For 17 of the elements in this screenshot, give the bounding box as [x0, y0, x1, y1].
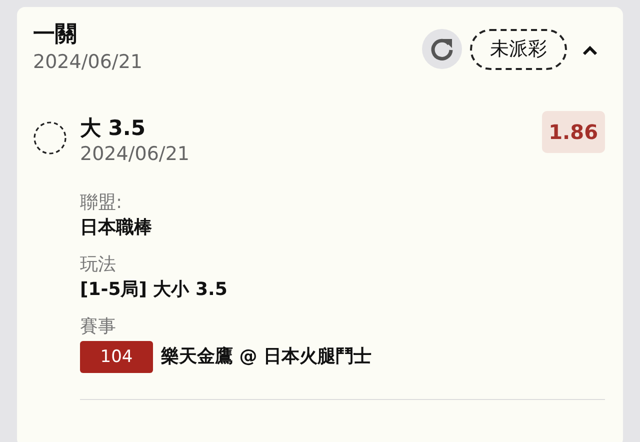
field-value: 樂天金鷹 @ 日本火腿鬥士: [161, 345, 372, 369]
bet-title: 一關: [33, 21, 78, 49]
match-number: 104: [80, 341, 153, 373]
field-label: 玩法: [80, 253, 117, 277]
field-label: 賽事: [80, 315, 117, 339]
bet-date: 2024/06/21: [33, 50, 143, 75]
selection-name: 大 3.5: [80, 115, 147, 141]
field-label: 聯盟:: [80, 191, 124, 215]
refresh-button[interactable]: [422, 29, 462, 70]
chevron-up-icon: [581, 44, 599, 56]
refresh-icon: [429, 36, 455, 62]
selection-date: 2024/06/21: [80, 142, 190, 167]
odds-value: 1.86: [542, 111, 605, 153]
status-tag: 未派彩: [470, 29, 567, 70]
field-value: 日本職棒: [80, 216, 153, 240]
field-value: [1-5局] 大小 3.5: [80, 278, 228, 302]
pending-circle-icon: [33, 121, 67, 155]
